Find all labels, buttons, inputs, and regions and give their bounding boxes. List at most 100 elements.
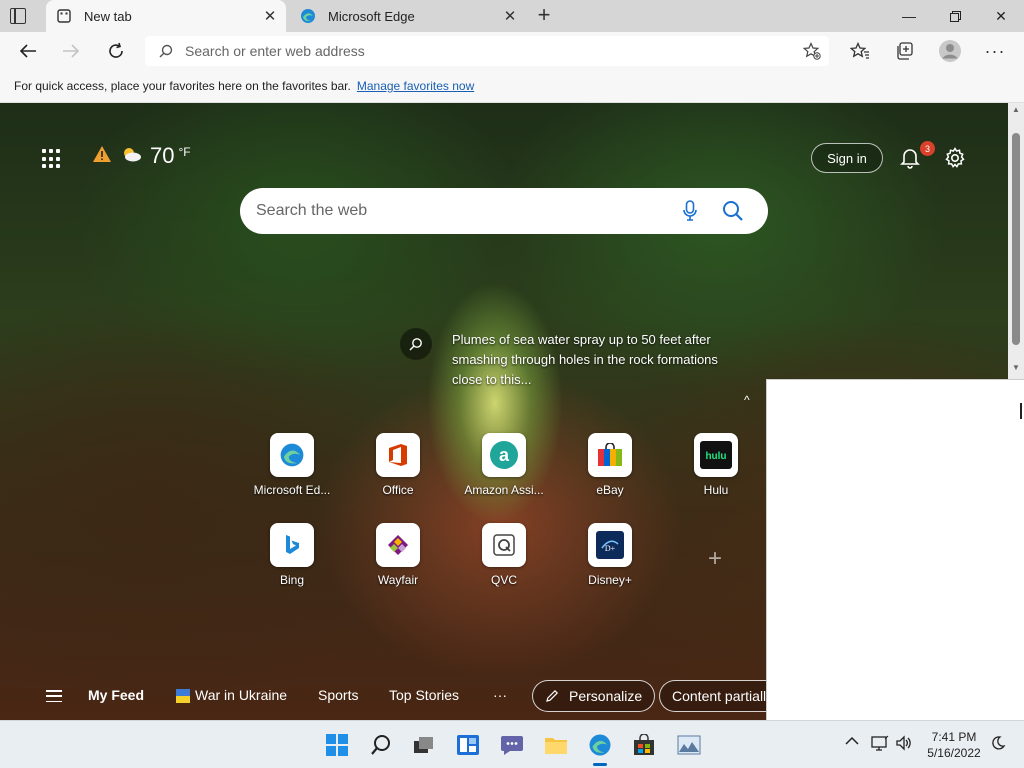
- scrollbar-thumb[interactable]: [1012, 133, 1020, 345]
- feed-tab-sports[interactable]: Sports: [318, 687, 358, 703]
- personalize-label: Personalize: [569, 688, 643, 704]
- tab-microsoft-edge[interactable]: Microsoft Edge ✕: [290, 0, 526, 32]
- image-caption[interactable]: Plumes of sea water spray up to 50 feet …: [452, 330, 722, 390]
- clock-date: 5/16/2022: [927, 746, 981, 760]
- more-icon: ···: [984, 40, 1006, 61]
- photos-app-button[interactable]: [677, 733, 701, 757]
- scroll-down-icon[interactable]: ▼: [1008, 363, 1024, 377]
- new-tab-button[interactable]: +: [533, 4, 555, 27]
- feed-tab-war-in-ukraine[interactable]: War in Ukraine: [195, 687, 287, 703]
- quick-link-label: Microsoft Ed...: [253, 483, 331, 497]
- feed-tab-my-feed[interactable]: My Feed: [88, 687, 144, 703]
- tab-new-tab[interactable]: New tab ✕: [46, 0, 286, 32]
- sign-in-button[interactable]: Sign in: [811, 143, 883, 173]
- close-icon[interactable]: ✕: [500, 6, 520, 26]
- minimize-button[interactable]: —: [886, 0, 932, 32]
- tab-actions-icon[interactable]: [10, 8, 26, 24]
- refresh-button[interactable]: [101, 36, 131, 66]
- forward-button[interactable]: [56, 36, 86, 66]
- web-search-box[interactable]: Search the web: [240, 188, 768, 234]
- disney-plus-icon: D+: [588, 523, 632, 567]
- quick-link-label: Bing: [279, 573, 305, 587]
- quick-link-label: eBay: [596, 483, 624, 497]
- quick-link-label: QVC: [490, 573, 517, 587]
- notifications-bell-icon[interactable]: [900, 147, 920, 174]
- temperature-unit: °F: [178, 145, 191, 159]
- settings-more-button[interactable]: ···: [980, 36, 1010, 66]
- quick-link-wayfair[interactable]: Wayfair: [353, 523, 443, 587]
- favorites-button[interactable]: [845, 36, 875, 66]
- image-search-button[interactable]: [400, 328, 432, 360]
- quick-link-microsoft-edge[interactable]: Microsoft Ed...: [247, 433, 337, 497]
- page-scrollbar[interactable]: ▲ ▼: [1008, 103, 1024, 379]
- store-button[interactable]: [632, 733, 656, 757]
- file-explorer-button[interactable]: [544, 733, 568, 757]
- address-bar[interactable]: Search or enter web address: [145, 36, 829, 66]
- window-close-button[interactable]: ✕: [978, 0, 1024, 32]
- search-icon: [159, 44, 173, 58]
- edge-icon: [589, 734, 611, 756]
- feed-tab-top-stories[interactable]: Top Stories: [389, 687, 459, 703]
- temperature: 70: [150, 143, 175, 168]
- start-button[interactable]: [325, 733, 349, 757]
- ebay-bag-icon: [588, 433, 632, 477]
- taskbar-clock[interactable]: 7:41 PM 5/16/2022: [922, 729, 986, 761]
- menu-icon[interactable]: [46, 690, 62, 702]
- task-view-icon: [414, 737, 433, 753]
- app-launcher-icon[interactable]: [42, 149, 62, 169]
- svg-text:hulu: hulu: [705, 451, 726, 462]
- web-search-placeholder: Search the web: [256, 202, 368, 219]
- taskbar-search-button[interactable]: [369, 733, 393, 757]
- teams-chat-button[interactable]: [500, 733, 524, 757]
- manage-favorites-link[interactable]: Manage favorites now: [357, 79, 474, 93]
- quick-link-bing[interactable]: Bing: [247, 523, 337, 587]
- page-settings-gear-icon[interactable]: [944, 147, 966, 174]
- show-hidden-icons-chevron-up-icon[interactable]: [845, 735, 859, 749]
- ukraine-flag-icon: [176, 689, 190, 703]
- partly-cloudy-icon: [120, 145, 142, 168]
- svg-text:D+: D+: [605, 544, 616, 553]
- active-app-indicator: [593, 763, 607, 766]
- scroll-up-icon[interactable]: ▲: [1008, 105, 1024, 119]
- content-visibility-button[interactable]: Content partiall: [659, 680, 766, 712]
- restore-button[interactable]: [932, 0, 978, 32]
- microphone-icon[interactable]: [682, 200, 698, 227]
- profile-button[interactable]: [935, 36, 965, 66]
- qvc-icon: [482, 523, 526, 567]
- quick-link-amazon-assistant[interactable]: a Amazon Assi...: [459, 433, 549, 497]
- collections-button[interactable]: [890, 36, 920, 66]
- personalize-button[interactable]: Personalize: [532, 680, 656, 712]
- wayfair-icon: [376, 523, 420, 567]
- add-favorite-icon[interactable]: [802, 42, 821, 63]
- quick-link-hulu[interactable]: hulu Hulu: [671, 433, 761, 497]
- blank-panel: [766, 379, 1024, 720]
- close-icon[interactable]: ✕: [260, 6, 280, 26]
- toolbar: Search or enter web address ···: [0, 32, 1024, 70]
- back-button[interactable]: [13, 36, 43, 66]
- content-visibility-label: Content partiall: [672, 688, 766, 704]
- weather-alert-icon: [92, 145, 112, 168]
- quick-link-qvc[interactable]: QVC: [459, 523, 549, 587]
- search-icon[interactable]: [722, 200, 744, 227]
- edge-icon: [270, 433, 314, 477]
- forward-arrow-icon: [63, 44, 80, 58]
- task-view-button[interactable]: [412, 733, 436, 757]
- svg-text:a: a: [499, 445, 510, 465]
- quick-link-label: Disney+: [588, 573, 632, 587]
- new-tab-page: 70 °F Sign in 3 Search the web Plumes of…: [0, 103, 1024, 720]
- quick-link-office[interactable]: Office: [353, 433, 443, 497]
- notification-center-icon[interactable]: [990, 735, 1006, 754]
- refresh-icon: [109, 42, 123, 58]
- edge-taskbar-button[interactable]: [588, 733, 612, 757]
- more-feed-tabs-button[interactable]: ···: [493, 687, 507, 703]
- quick-link-ebay[interactable]: eBay: [565, 433, 655, 497]
- weather-widget[interactable]: 70 °F: [92, 143, 191, 169]
- widgets-button[interactable]: [456, 733, 480, 757]
- quick-link-disney-plus[interactable]: D+ Disney+: [565, 523, 655, 587]
- title-bar: New tab ✕ Microsoft Edge ✕ + — ✕: [0, 0, 1024, 32]
- add-quick-link-button[interactable]: +: [704, 547, 726, 571]
- network-icon[interactable]: [871, 735, 889, 754]
- chevron-up-icon[interactable]: ^: [744, 393, 750, 407]
- widgets-icon: [457, 735, 479, 755]
- volume-icon[interactable]: [895, 735, 913, 754]
